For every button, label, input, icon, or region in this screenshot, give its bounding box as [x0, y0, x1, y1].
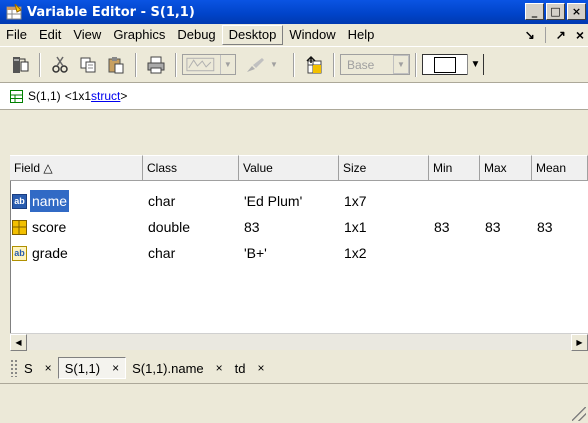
field-max: 83 [485, 219, 501, 235]
base-dropdown: Base ▼ [340, 54, 410, 75]
minimize-button[interactable]: _ [525, 3, 544, 20]
table-format-icon [434, 56, 456, 73]
scroll-left-arrow-icon[interactable]: ◀ [10, 334, 27, 351]
chevron-down-icon[interactable]: ▼ [467, 54, 483, 75]
tab-label: S(1,1).name [132, 360, 204, 376]
menu-window[interactable]: Window [283, 25, 341, 45]
numeric-icon [12, 219, 27, 235]
chevron-down-icon: ▼ [393, 55, 409, 74]
chevron-down-icon: ▼ [219, 55, 235, 74]
field-value[interactable]: 83 [239, 216, 339, 238]
tab-label: S [24, 360, 33, 376]
maximize-doc-icon[interactable]: ↗ [556, 28, 566, 42]
cut-icon[interactable] [48, 53, 72, 77]
field-max [480, 190, 532, 212]
menu-file[interactable]: File [0, 25, 33, 45]
tab-label: S(1,1) [64, 360, 101, 376]
new-from-selection-icon[interactable] [302, 53, 326, 77]
column-header-min[interactable]: Min [429, 155, 480, 181]
field-class: char [148, 193, 176, 209]
tab-s-1-1[interactable]: S(1,1) × [57, 357, 127, 379]
menu-debug[interactable]: Debug [171, 25, 221, 45]
variable-editor-app-icon [6, 2, 22, 20]
undock-icon[interactable]: ↘ [525, 28, 535, 42]
resize-grip-icon[interactable] [572, 407, 586, 421]
column-header-field[interactable]: Field △ [10, 155, 143, 181]
print-icon[interactable] [144, 53, 168, 77]
column-header-class[interactable]: Class [143, 155, 239, 181]
tab-bar-grip-icon[interactable] [10, 359, 18, 377]
horizontal-scrollbar[interactable]: ◀ ▶ [10, 333, 588, 351]
menu-help[interactable]: Help [342, 25, 381, 45]
tab-s[interactable]: S × [18, 357, 58, 379]
title-bar: Variable Editor - S(1,1) _ □ × [0, 0, 588, 24]
char-icon: ab [12, 193, 27, 209]
close-tab-icon[interactable]: × [45, 361, 52, 375]
brush-selector-dropdown: ▼ [244, 54, 288, 75]
status-bar [0, 383, 588, 423]
field-class: double [148, 219, 191, 235]
column-header-mean[interactable]: Mean [532, 155, 588, 181]
close-doc-icon[interactable]: × [576, 27, 584, 43]
plot-selector-dropdown: ▼ [182, 54, 236, 75]
copy-icon[interactable] [76, 53, 100, 77]
table-row[interactable]: score double 83 1x1 83 83 83 [10, 216, 588, 238]
field-value[interactable]: 'Ed Plum' [239, 190, 339, 212]
close-button[interactable]: × [567, 3, 586, 20]
variable-name: S(1,1) [28, 89, 61, 103]
variable-address-bar: S(1,1) <1x1 struct > [0, 82, 588, 110]
chevron-down-icon: ▼ [270, 60, 278, 69]
field-mean: 83 [537, 219, 553, 235]
field-min: 83 [434, 219, 450, 235]
char-icon: ab [12, 245, 27, 261]
close-tab-icon[interactable]: × [216, 361, 223, 375]
field-min [429, 190, 480, 212]
format-dropdown[interactable]: ▼ [422, 54, 484, 75]
close-tab-icon[interactable]: × [112, 361, 119, 375]
field-size: 1x1 [344, 219, 367, 235]
scroll-right-arrow-icon[interactable]: ▶ [571, 334, 588, 351]
import-data-icon[interactable] [8, 53, 32, 77]
window-title: Variable Editor - S(1,1) [27, 4, 195, 20]
variable-description-end: > [120, 89, 128, 103]
variable-description: <1x1 [64, 89, 92, 103]
table-header: Field △ Class Value Size Min Max Mean [10, 155, 588, 181]
field-name[interactable]: name [30, 190, 70, 212]
field-value[interactable]: 'B+' [239, 242, 339, 264]
menu-edit[interactable]: Edit [33, 25, 67, 45]
field-size: 1x2 [344, 245, 367, 261]
toolbar: ▼ ▼ Base ▼ ▼ [0, 46, 588, 82]
column-header-max[interactable]: Max [480, 155, 532, 181]
variable-editor-window: Variable Editor - S(1,1) _ □ × File Edit… [0, 0, 588, 423]
field-name[interactable]: score [30, 216, 66, 238]
menu-view[interactable]: View [67, 25, 107, 45]
tab-label: td [234, 360, 246, 376]
maximize-button[interactable]: □ [546, 3, 565, 20]
base-label: Base [347, 57, 375, 72]
field-class: char [148, 245, 176, 261]
table-row[interactable]: ab grade char 'B+' 1x2 [10, 242, 588, 264]
struct-link[interactable]: struct [91, 89, 120, 103]
menu-graphics[interactable]: Graphics [107, 25, 171, 45]
field-name[interactable]: grade [30, 242, 68, 264]
table-row[interactable]: ab name char 'Ed Plum' 1x7 [10, 190, 588, 212]
close-tab-icon[interactable]: × [258, 361, 265, 375]
field-max [480, 242, 532, 264]
column-header-size[interactable]: Size [339, 155, 429, 181]
paste-icon[interactable] [104, 53, 128, 77]
menu-bar: File Edit View Graphics Debug Desktop Wi… [0, 24, 588, 46]
field-size: 1x7 [344, 193, 367, 209]
tab-td[interactable]: td × [229, 357, 271, 379]
field-mean [532, 190, 588, 212]
document-tab-bar: S × S(1,1) × S(1,1).name × td × [0, 355, 588, 381]
field-min [429, 242, 480, 264]
menu-desktop[interactable]: Desktop [221, 25, 284, 45]
tab-s-1-1-name[interactable]: S(1,1).name × [126, 357, 229, 379]
struct-icon [10, 89, 23, 103]
field-mean [532, 242, 588, 264]
column-header-value[interactable]: Value [239, 155, 339, 181]
